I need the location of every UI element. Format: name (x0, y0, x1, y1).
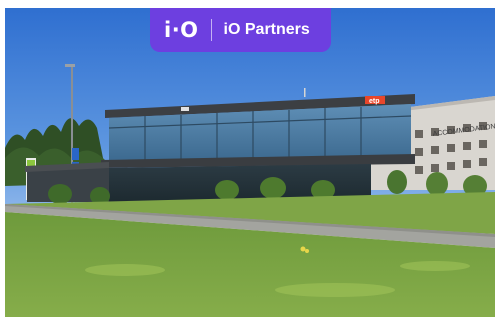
badge-title: iO Partners (223, 21, 310, 38)
building-photo: ACCOMMODATION · SEC (5, 8, 495, 317)
io-partners-badge: i·O iO Partners (150, 8, 331, 52)
image-frame: ACCOMMODATION · SEC (0, 0, 499, 320)
badge-divider (210, 19, 212, 41)
etp-sign: etp (369, 98, 380, 105)
io-logo-icon: i·O (164, 17, 199, 42)
